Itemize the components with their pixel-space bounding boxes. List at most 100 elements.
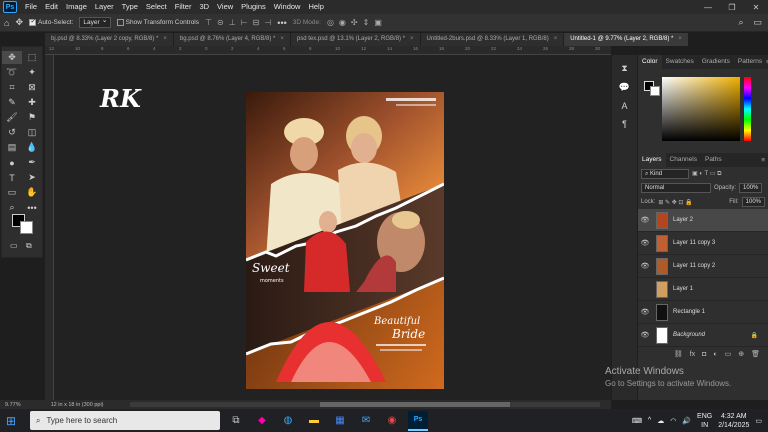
close-icon[interactable]: × [554, 33, 558, 46]
eye-icon[interactable]: 👁 [638, 216, 652, 224]
photoshop-logo-icon[interactable]: Ps [3, 1, 17, 13]
eyedropper-icon[interactable]: ✎ [2, 96, 22, 109]
panel-background-swatch[interactable] [650, 86, 660, 96]
zoom-level[interactable]: 9.77% [5, 402, 21, 408]
clock[interactable]: 4:32 AM 2/14/2025 [718, 412, 749, 430]
tab-bg[interactable]: bg.psd @ 8.76% (Layer 4, RGB/8) * × [173, 33, 291, 46]
comments-icon[interactable]: 💬 [619, 82, 630, 93]
chevron-up-icon[interactable]: ^ [648, 417, 651, 424]
cloud-icon[interactable]: ☁ [657, 417, 664, 425]
chrome-icon[interactable]: ◉ [382, 411, 402, 431]
crop-tool-icon[interactable]: ⌗ [2, 81, 22, 94]
tab-untitled-1[interactable]: Untitled-1 @ 9.77% (Layer 2, RGB/8) * × [564, 33, 689, 46]
layer-row[interactable]: 👁 Layer 11 copy 2 [638, 255, 768, 278]
type-tool-icon[interactable]: T [2, 171, 22, 184]
panel-menu-icon[interactable]: ≡ [761, 157, 768, 164]
close-icon[interactable]: × [410, 33, 414, 46]
photoshop-taskbar-icon[interactable]: Ps [408, 410, 428, 431]
transform-controls-checkbox[interactable]: Show Transform Controls [116, 19, 199, 26]
history-icon[interactable]: ⧗ [621, 63, 627, 74]
keyboard-icon[interactable]: ⌨ [632, 417, 642, 425]
pen-tool-icon[interactable]: ✒ [22, 156, 42, 169]
menu-filter[interactable]: Filter [171, 0, 196, 14]
tab-color[interactable]: Color [638, 55, 662, 69]
hand-tool-icon[interactable]: ✋ [22, 186, 42, 199]
lock-icons[interactable]: ⊞ ✎ ✥ ⊡ 🔒 [658, 199, 692, 206]
fill-input[interactable]: 100% [741, 197, 765, 207]
folder-icon[interactable]: ▭ [725, 350, 732, 358]
hue-slider[interactable] [744, 77, 751, 141]
eye-icon[interactable]: 👁 [638, 239, 652, 247]
gradient-tool-icon[interactable]: ▤ [2, 141, 22, 154]
screen-mode-icon[interactable]: ⧉ [26, 241, 32, 251]
more-tools-icon[interactable]: ••• [22, 201, 42, 214]
tab-layers[interactable]: Layers [638, 153, 666, 167]
menu-plugins[interactable]: Plugins [237, 0, 270, 14]
menu-type[interactable]: Type [118, 0, 142, 14]
tab-psd-tex[interactable]: psd tex.psd @ 13.1% (Layer 2, RGB/8) * × [290, 33, 421, 46]
wifi-icon[interactable]: ◠ [670, 417, 676, 425]
task-view-icon[interactable]: ⧉ [226, 411, 246, 431]
trash-icon[interactable]: 🗑 [751, 350, 760, 358]
close-icon[interactable]: × [678, 33, 682, 46]
move-tool-icon[interactable]: ✥ [15, 17, 23, 28]
blur-tool-icon[interactable]: 💧 [22, 141, 42, 154]
close-icon[interactable]: × [280, 33, 284, 46]
menu-file[interactable]: File [21, 0, 41, 14]
layer-row[interactable]: 👁 Layer 11 copy 3 [638, 232, 768, 255]
opacity-input[interactable]: 100% [739, 183, 763, 193]
workspace-icon[interactable]: ▭ [753, 17, 762, 28]
tab-bj[interactable]: bj.psd @ 8.33% (Layer 2 copy, RGB/8) * × [45, 33, 174, 46]
tab-paths[interactable]: Paths [701, 153, 726, 167]
color-picker-field[interactable] [662, 77, 740, 141]
menu-help[interactable]: Help [304, 0, 327, 14]
document-canvas[interactable]: Sweet moments Beautiful Bride [246, 92, 444, 389]
quick-mask-icon[interactable]: ▭ [10, 241, 18, 250]
volume-icon[interactable]: 🔊 [682, 417, 691, 425]
copilot-icon[interactable]: ◆ [252, 411, 272, 431]
layer-row[interactable]: 👁 Layer 2 [638, 209, 768, 232]
tab-channels[interactable]: Channels [666, 153, 701, 167]
menu-image[interactable]: Image [62, 0, 91, 14]
zoom-tool-icon[interactable]: ⌕ [2, 201, 22, 214]
path-select-icon[interactable]: ➤ [22, 171, 42, 184]
language-indicator[interactable]: ENG IN [697, 412, 712, 430]
link-icon[interactable]: ⛓ [674, 350, 683, 358]
layer-row[interactable]: Layer 1 [638, 278, 768, 301]
menu-edit[interactable]: Edit [41, 0, 62, 14]
dodge-tool-icon[interactable]: ● [2, 156, 22, 169]
windows-start-icon[interactable]: ⊞ [6, 414, 16, 428]
mail-icon[interactable]: ✉ [356, 411, 376, 431]
blend-mode-dropdown[interactable]: Normal [641, 183, 711, 193]
healing-brush-icon[interactable]: ✚ [22, 96, 42, 109]
lock-icon[interactable]: 🔒 [751, 332, 768, 339]
eye-icon[interactable]: 👁 [638, 331, 652, 339]
menu-view[interactable]: View [213, 0, 237, 14]
tab-swatches[interactable]: Swatches [662, 55, 698, 69]
tab-gradients[interactable]: Gradients [698, 55, 734, 69]
history-brush-icon[interactable]: ↺ [2, 126, 22, 139]
move-tool-icon[interactable]: ✥ [2, 51, 22, 64]
notification-icon[interactable]: ▭ [755, 417, 762, 425]
menu-window[interactable]: Window [270, 0, 305, 14]
close-icon[interactable]: × [163, 33, 167, 46]
fx-icon[interactable]: fx [690, 351, 695, 358]
new-layer-icon[interactable]: ⊕ [738, 350, 744, 358]
shape-tool-icon[interactable]: ▭ [2, 186, 22, 199]
menu-3d[interactable]: 3D [195, 0, 213, 14]
stamp-tool-icon[interactable]: ⚑ [22, 111, 42, 124]
restore-icon[interactable]: ❐ [720, 3, 744, 12]
brush-tool-icon[interactable]: 🖌 [2, 111, 22, 124]
magic-wand-icon[interactable]: ✦ [22, 66, 42, 79]
align-buttons[interactable]: ⊤ ⊝ ⊥ ⊢ ⊟ ⊣ [205, 18, 271, 27]
3d-buttons[interactable]: ◎ ◉ ✣ ⇕ ▣ [327, 18, 382, 27]
filter-icons[interactable]: ▣ ◐ T ▭ ⧉ [692, 170, 721, 178]
eye-icon[interactable]: 👁 [638, 262, 652, 270]
background-color-swatch[interactable] [20, 221, 33, 234]
file-explorer-icon[interactable]: ▬ [304, 411, 324, 431]
close-icon[interactable]: ✕ [744, 3, 768, 12]
mask-icon[interactable]: ◘ [702, 351, 706, 358]
taskbar-search[interactable]: ⌕ Type here to search [30, 411, 220, 430]
menu-layer[interactable]: Layer [91, 0, 118, 14]
home-icon[interactable]: ⌂ [4, 18, 9, 28]
